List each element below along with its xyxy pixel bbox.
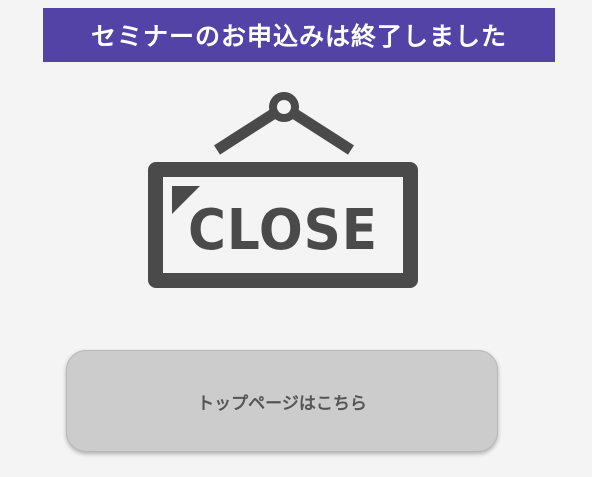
top-page-button-label: トップページはこちら [197,393,367,414]
sign-close-text: CLOSE [188,198,378,263]
banner-title: セミナーのお申込みは終了しました [90,22,507,51]
closed-banner: セミナーのお申込みは終了しました [43,8,555,62]
top-page-button[interactable]: トップページはこちら [66,350,498,452]
hanging-close-sign-icon: CLOSE [140,92,425,297]
